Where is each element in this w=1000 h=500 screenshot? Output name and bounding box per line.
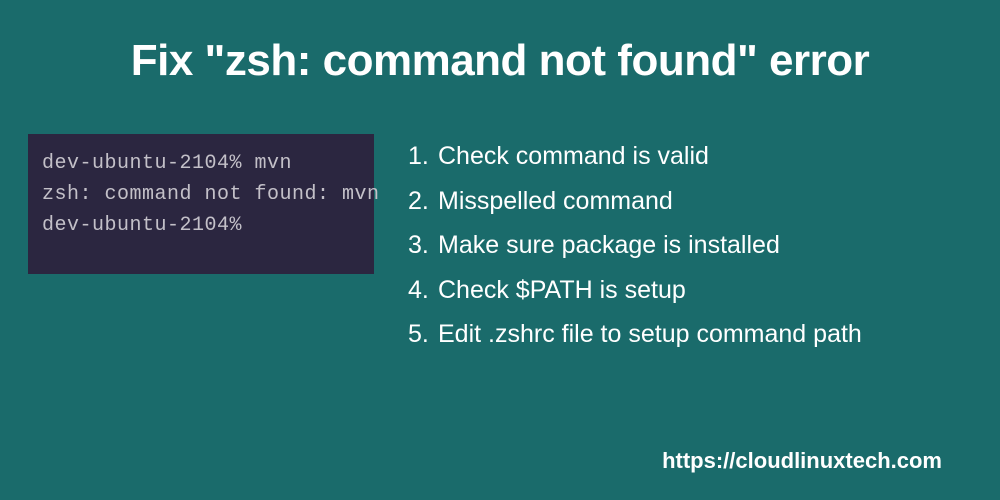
list-item: 3. Make sure package is installed	[408, 223, 970, 268]
step-text: Check command is valid	[438, 134, 709, 179]
footer-url: https://cloudlinuxtech.com	[662, 448, 942, 474]
list-item: 5. Edit .zshrc file to setup command pat…	[408, 312, 970, 357]
page-title: Fix "zsh: command not found" error	[0, 0, 1000, 86]
terminal-line: dev-ubuntu-2104%	[42, 210, 360, 241]
step-text: Make sure package is installed	[438, 223, 780, 268]
terminal-snippet: dev-ubuntu-2104% mvn zsh: command not fo…	[28, 134, 374, 274]
content-row: dev-ubuntu-2104% mvn zsh: command not fo…	[0, 134, 1000, 357]
step-number: 1.	[408, 134, 438, 179]
list-item: 1. Check command is valid	[408, 134, 970, 179]
terminal-line: dev-ubuntu-2104% mvn	[42, 148, 360, 179]
step-text: Check $PATH is setup	[438, 268, 686, 313]
step-number: 5.	[408, 312, 438, 357]
step-text: Edit .zshrc file to setup command path	[438, 312, 862, 357]
step-number: 2.	[408, 179, 438, 224]
steps-list: 1. Check command is valid 2. Misspelled …	[408, 134, 970, 357]
step-number: 3.	[408, 223, 438, 268]
terminal-line: zsh: command not found: mvn	[42, 179, 360, 210]
list-item: 4. Check $PATH is setup	[408, 268, 970, 313]
list-item: 2. Misspelled command	[408, 179, 970, 224]
step-text: Misspelled command	[438, 179, 673, 224]
step-number: 4.	[408, 268, 438, 313]
